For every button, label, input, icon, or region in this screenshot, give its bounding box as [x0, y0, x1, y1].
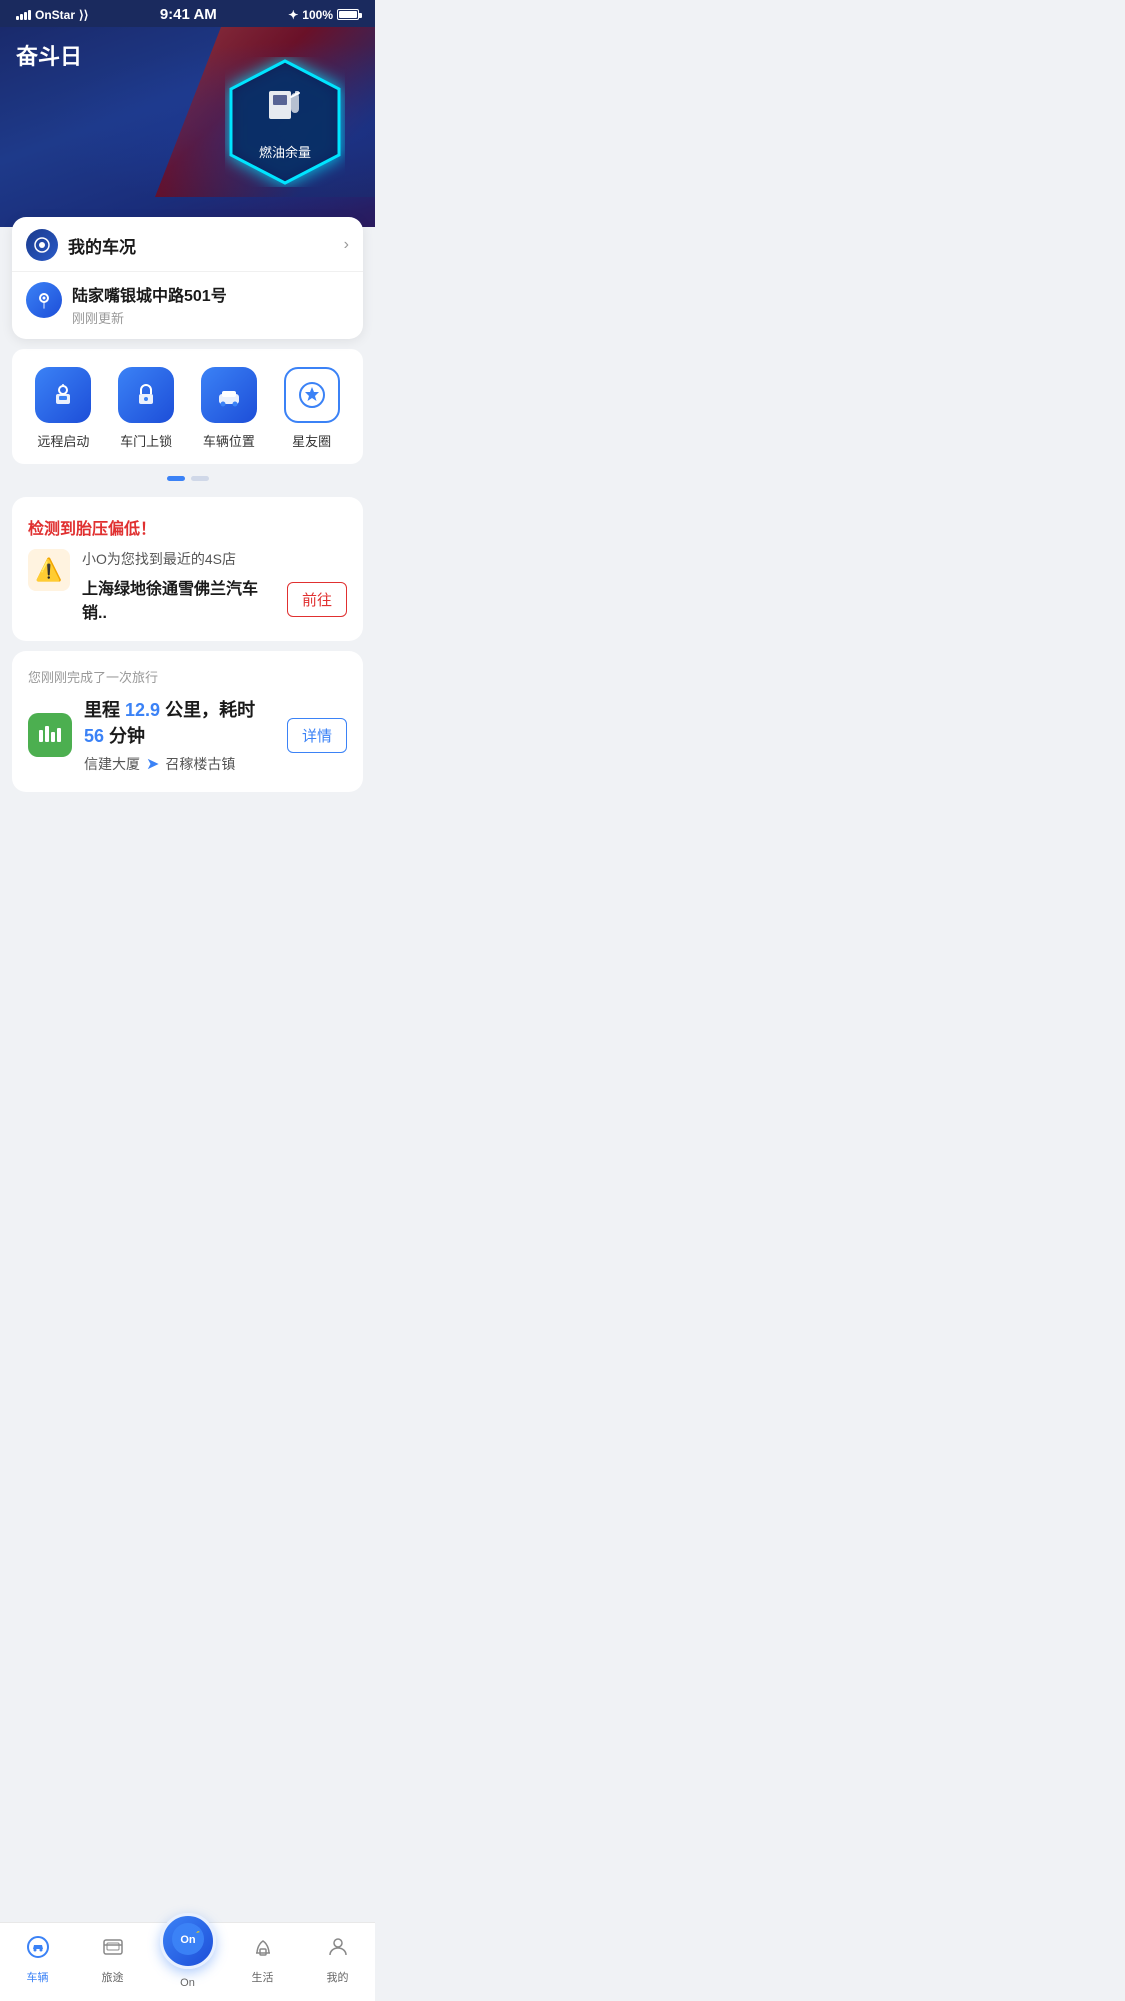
remote-start-icon	[35, 367, 91, 423]
action-door-lock[interactable]: 车门上锁	[118, 367, 174, 450]
location-info: 陆家嘴银城中路501号 刚刚更新	[72, 282, 227, 327]
signal-bars	[16, 10, 31, 20]
nav-trip-label: 旅途	[102, 1969, 124, 1985]
remote-start-label: 远程启动	[37, 431, 89, 450]
mine-icon	[326, 1935, 350, 1965]
arrow-right-icon: ➤	[146, 754, 159, 774]
chevron-icon: ›	[344, 236, 349, 254]
fuel-pump-icon	[265, 83, 305, 136]
tire-text-area: 小O为您找到最近的4S店 上海绿地徐通雪佛兰汽车销.. 前往	[82, 549, 347, 623]
nav-life[interactable]: 生活	[233, 1935, 293, 1985]
tire-subtitle: 小O为您找到最近的4S店	[82, 549, 347, 569]
dot-1	[167, 476, 185, 481]
nav-vehicle[interactable]: 车辆	[8, 1935, 68, 1985]
my-car-label: 我的车况	[68, 233, 344, 258]
car-location-icon	[201, 367, 257, 423]
battery-percent: 100%	[302, 8, 333, 22]
onstar-logo: On	[170, 1921, 206, 1962]
star-circle-icon	[284, 367, 340, 423]
distance-unit: 公里，耗时	[165, 700, 255, 720]
dot-2	[191, 476, 209, 481]
status-time: 9:41 AM	[160, 6, 217, 23]
nav-life-label: 生活	[252, 1969, 274, 1985]
trip-from: 信建大厦	[84, 754, 140, 774]
door-lock-label: 车门上锁	[120, 431, 172, 450]
life-icon	[251, 1935, 275, 1965]
status-left: OnStar ⟩⟩	[16, 8, 88, 22]
door-lock-icon	[118, 367, 174, 423]
nav-mine-label: 我的	[327, 1969, 349, 1985]
trip-route: 信建大厦 ➤ 召稼楼古镇	[84, 754, 275, 774]
nav-vehicle-label: 车辆	[27, 1969, 49, 1985]
fuel-badge-content: 燃油余量	[259, 83, 311, 161]
trip-content: 里程 12.9 公里，耗时 56 分钟 信建大厦 ➤ 召稼楼古镇 详情	[28, 696, 347, 774]
page-dots	[0, 476, 375, 481]
location-time: 刚刚更新	[72, 308, 227, 327]
fuel-label: 燃油余量	[259, 142, 311, 161]
status-bar: OnStar ⟩⟩ 9:41 AM ✦ 100%	[0, 0, 375, 27]
bottom-nav: 车辆 旅途 On	[0, 1922, 375, 2001]
nav-center[interactable]: On On	[158, 1931, 218, 1989]
tire-alert-title: 检测到胎压偏低！	[28, 515, 347, 539]
action-remote-start[interactable]: 远程启动	[35, 367, 91, 450]
trip-completed-label: 您刚刚完成了一次旅行	[28, 667, 347, 686]
action-star-circle[interactable]: 星友圈	[284, 367, 340, 450]
trip-text-area: 里程 12.9 公里，耗时 56 分钟 信建大厦 ➤ 召稼楼古镇	[84, 696, 275, 774]
trip-distance: 12.9	[125, 700, 160, 720]
action-car-location[interactable]: 车辆位置	[201, 367, 257, 450]
tire-shop-name: 上海绿地徐通雪佛兰汽车销..	[82, 575, 279, 623]
my-car-card: 我的车况 › 陆家嘴银城中路501号 刚刚更新	[12, 217, 363, 339]
duration-unit: 分钟	[109, 726, 145, 746]
carrier-label: OnStar	[35, 8, 75, 22]
buick-logo	[26, 229, 58, 261]
tire-pressure-card: 检测到胎压偏低！ ⚠️ 小O为您找到最近的4S店 上海绿地徐通雪佛兰汽车销.. …	[12, 497, 363, 641]
trip-duration: 56	[84, 726, 104, 746]
hero-section: 奋斗日 燃油余量	[0, 27, 375, 227]
tire-content: ⚠️ 小O为您找到最近的4S店 上海绿地徐通雪佛兰汽车销.. 前往	[28, 549, 347, 623]
quick-actions: 远程启动 车门上锁 车辆位置	[12, 367, 363, 450]
distance-prefix: 里程	[84, 700, 120, 720]
nav-trip[interactable]: 旅途	[83, 1935, 143, 1985]
svg-text:On: On	[180, 1934, 196, 1946]
battery-icon	[337, 9, 359, 20]
car-location-label: 车辆位置	[203, 431, 255, 450]
location-icon	[26, 282, 62, 318]
fuel-badge: 燃油余量	[225, 57, 345, 187]
goto-button[interactable]: 前往	[287, 582, 347, 617]
trip-to: 召稼楼古镇	[165, 754, 235, 774]
quick-actions-section: 远程启动 车门上锁 车辆位置	[12, 349, 363, 464]
star-circle-label: 星友圈	[292, 431, 331, 450]
trip-icon	[28, 713, 72, 757]
location-address: 陆家嘴银城中路501号	[72, 282, 227, 306]
cards-section: 检测到胎压偏低！ ⚠️ 小O为您找到最近的4S店 上海绿地徐通雪佛兰汽车销.. …	[0, 487, 375, 892]
location-row: 陆家嘴银城中路501号 刚刚更新	[12, 272, 363, 339]
vehicle-icon	[26, 1935, 50, 1965]
warning-icon: ⚠️	[28, 549, 70, 591]
nav-mine[interactable]: 我的	[308, 1935, 368, 1985]
onstar-center-button[interactable]: On	[160, 1913, 216, 1969]
wifi-icon: ⟩⟩	[79, 8, 88, 22]
trip-stats: 里程 12.9 公里，耗时 56 分钟	[84, 696, 275, 748]
details-button[interactable]: 详情	[287, 718, 347, 753]
status-right: ✦ 100%	[288, 8, 359, 22]
trip-card: 您刚刚完成了一次旅行 里程 12.9 公里，耗时 56 分钟	[12, 651, 363, 792]
tire-shop-row: 上海绿地徐通雪佛兰汽车销.. 前往	[82, 575, 347, 623]
my-car-row[interactable]: 我的车况 ›	[12, 217, 363, 272]
trip-nav-icon	[101, 1935, 125, 1965]
nav-center-label: On	[180, 1977, 195, 1989]
bluetooth-icon: ✦	[288, 8, 298, 22]
